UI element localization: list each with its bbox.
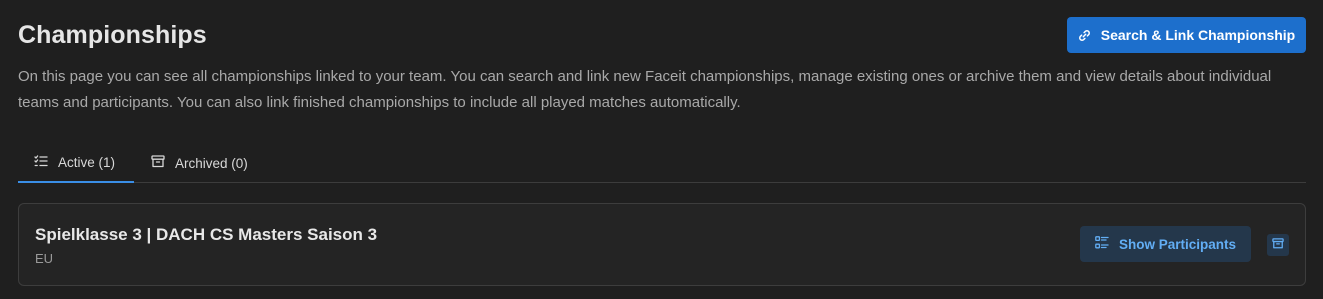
championship-name: Spielklasse 3 | DACH CS Masters Saison 3 — [35, 225, 378, 244]
championship-region: EU — [35, 251, 54, 266]
archive-icon — [151, 155, 165, 171]
tab-archived[interactable]: Archived (0) — [150, 143, 248, 183]
search-link-championship-label: Search & Link Championship — [1100, 27, 1296, 43]
championship-tabs: Active (1) Archived (0) — [18, 143, 1306, 183]
show-participants-label: Show Participants — [1118, 236, 1237, 252]
page-description: On this page you can see all championshi… — [18, 68, 1272, 111]
list-check-icon — [34, 154, 48, 170]
archive-icon — [1272, 236, 1284, 254]
tab-active[interactable]: Active (1) — [18, 143, 134, 183]
championship-card: Spielklasse 3 | DACH CS Masters Saison 3… — [18, 203, 1306, 286]
show-participants-button[interactable]: Show Participants — [1080, 226, 1251, 262]
link-icon — [1078, 29, 1091, 42]
page-title: Championships — [18, 21, 207, 49]
championships-page: Championships Search & Link Championship… — [0, 0, 1323, 299]
search-link-championship-button[interactable]: Search & Link Championship — [1067, 17, 1306, 53]
tab-active-label: Active (1) — [58, 154, 116, 170]
archive-championship-button[interactable] — [1267, 234, 1289, 256]
tab-archived-label: Archived (0) — [175, 155, 248, 171]
list-details-icon — [1095, 236, 1109, 252]
